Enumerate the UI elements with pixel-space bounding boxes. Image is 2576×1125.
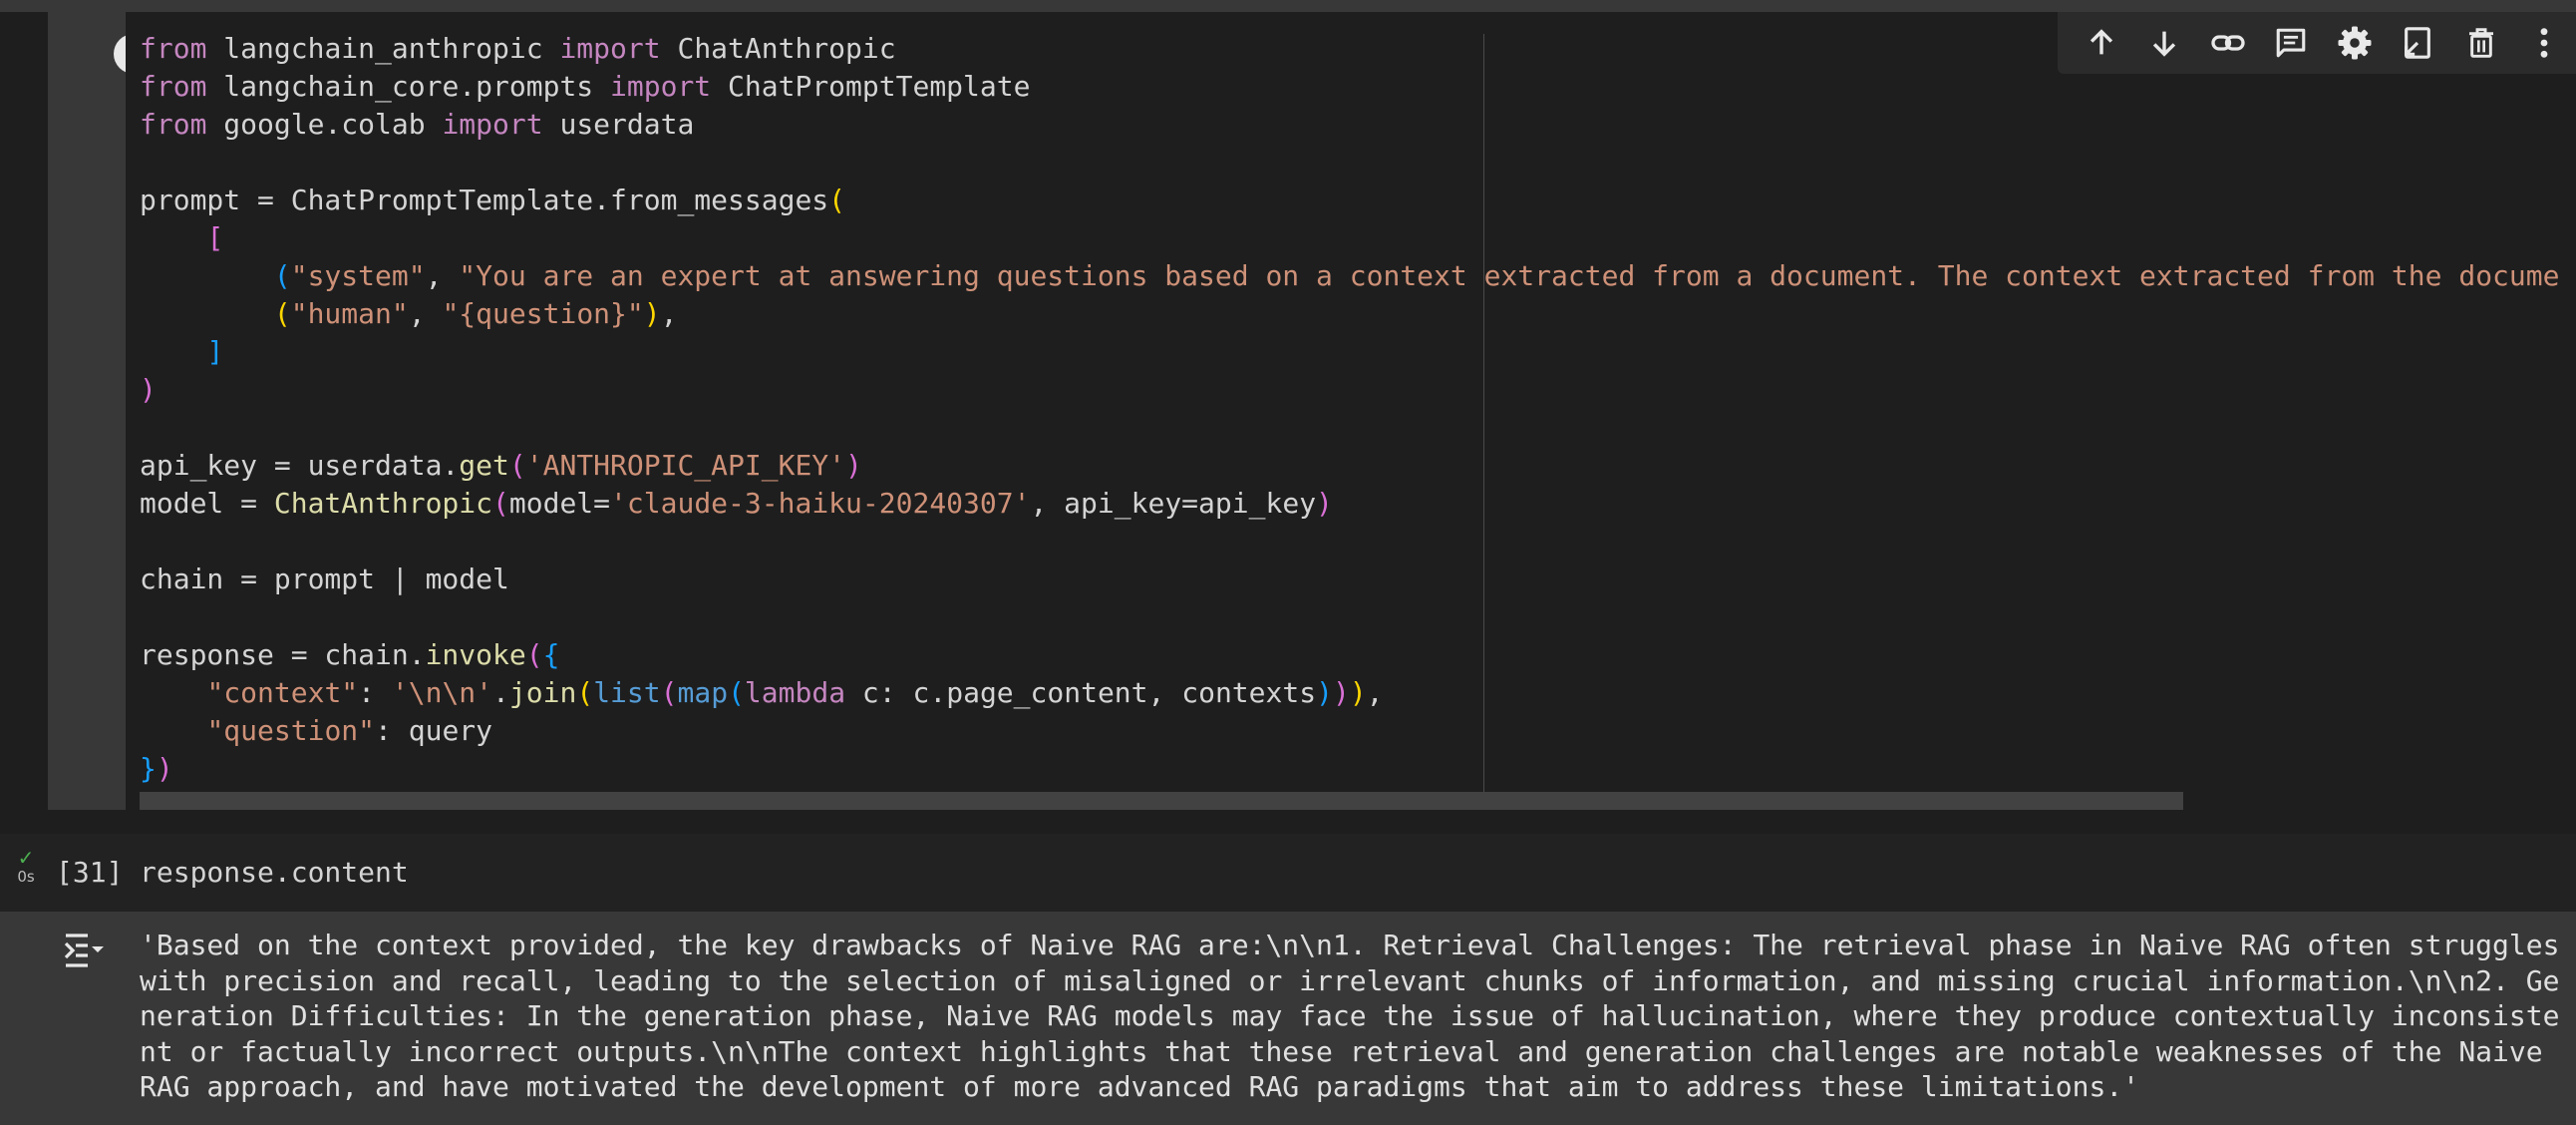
comment-icon — [2276, 28, 2306, 58]
trash-icon — [2468, 28, 2493, 58]
copy-link-button[interactable] — [2196, 14, 2260, 72]
gear-icon — [2338, 26, 2372, 60]
cell-toolbar — [2058, 12, 2576, 74]
cell-settings-button[interactable] — [2323, 14, 2387, 72]
code-line: model = ChatAnthropic(model='claude-3-ha… — [140, 487, 1333, 520]
mirror-cell-icon — [2405, 27, 2431, 59]
output-actions-icon — [64, 934, 104, 967]
more-vert-icon — [2540, 28, 2548, 58]
cell-gutter — [48, 12, 154, 810]
code-line: response = chain.invoke({ — [140, 638, 560, 671]
code-line: ("human", "{question}"), — [273, 297, 678, 330]
cell-output: 'Based on the context provided, the key … — [0, 912, 2576, 1125]
code-line: from google.colab import userdata — [140, 108, 695, 141]
code-line: ] — [206, 335, 224, 368]
code-line: ("system", "You are an expert at answeri… — [273, 259, 2560, 292]
line-length-ruler — [1483, 34, 1484, 810]
move-cell-up-button[interactable] — [2070, 14, 2133, 72]
code-line: from langchain_core.prompts import ChatP… — [140, 70, 1031, 103]
code-line: ) — [140, 373, 157, 406]
code-line: chain = prompt | model — [140, 562, 509, 595]
code-text: from langchain_anthropic import ChatAnth… — [140, 30, 2559, 788]
top-strip — [0, 0, 2576, 12]
code-line: [ — [206, 221, 224, 254]
output-actions-button[interactable] — [64, 932, 108, 975]
mirror-cell-button[interactable] — [2387, 14, 2450, 72]
execution-status: ✓ 0s — [12, 848, 40, 886]
horizontal-scrollbar[interactable] — [140, 792, 2183, 810]
code-cell-2[interactable]: ✓ 0s [31] response.content — [0, 834, 2576, 912]
code-text[interactable]: response.content — [140, 854, 409, 892]
add-comment-button[interactable] — [2260, 14, 2324, 72]
code-editor[interactable]: from langchain_anthropic import ChatAnth… — [126, 12, 2576, 810]
check-icon: ✓ — [17, 846, 35, 870]
execution-count: [31] — [56, 856, 124, 889]
link-icon — [2211, 35, 2245, 51]
output-text: 'Based on the context provided, the key … — [140, 929, 2576, 1103]
code-line: api_key = userdata.get('ANTHROPIC_API_KE… — [140, 449, 862, 482]
code-cell-1[interactable]: from langchain_anthropic import ChatAnth… — [0, 12, 2576, 810]
code-line: "question": query — [206, 714, 493, 747]
arrow-down-icon — [2153, 31, 2176, 57]
arrow-up-icon — [2090, 29, 2112, 55]
more-actions-button[interactable] — [2513, 14, 2576, 72]
delete-cell-button[interactable] — [2449, 14, 2513, 72]
execution-time: 0s — [17, 868, 35, 886]
code-line: from langchain_anthropic import ChatAnth… — [140, 32, 896, 65]
code-line: }) — [140, 752, 173, 785]
code-line: "context": '\n\n'.join(list(map(lambda c… — [206, 676, 1384, 709]
code-line: prompt = ChatPromptTemplate.from_message… — [140, 184, 846, 216]
move-cell-down-button[interactable] — [2133, 14, 2197, 72]
